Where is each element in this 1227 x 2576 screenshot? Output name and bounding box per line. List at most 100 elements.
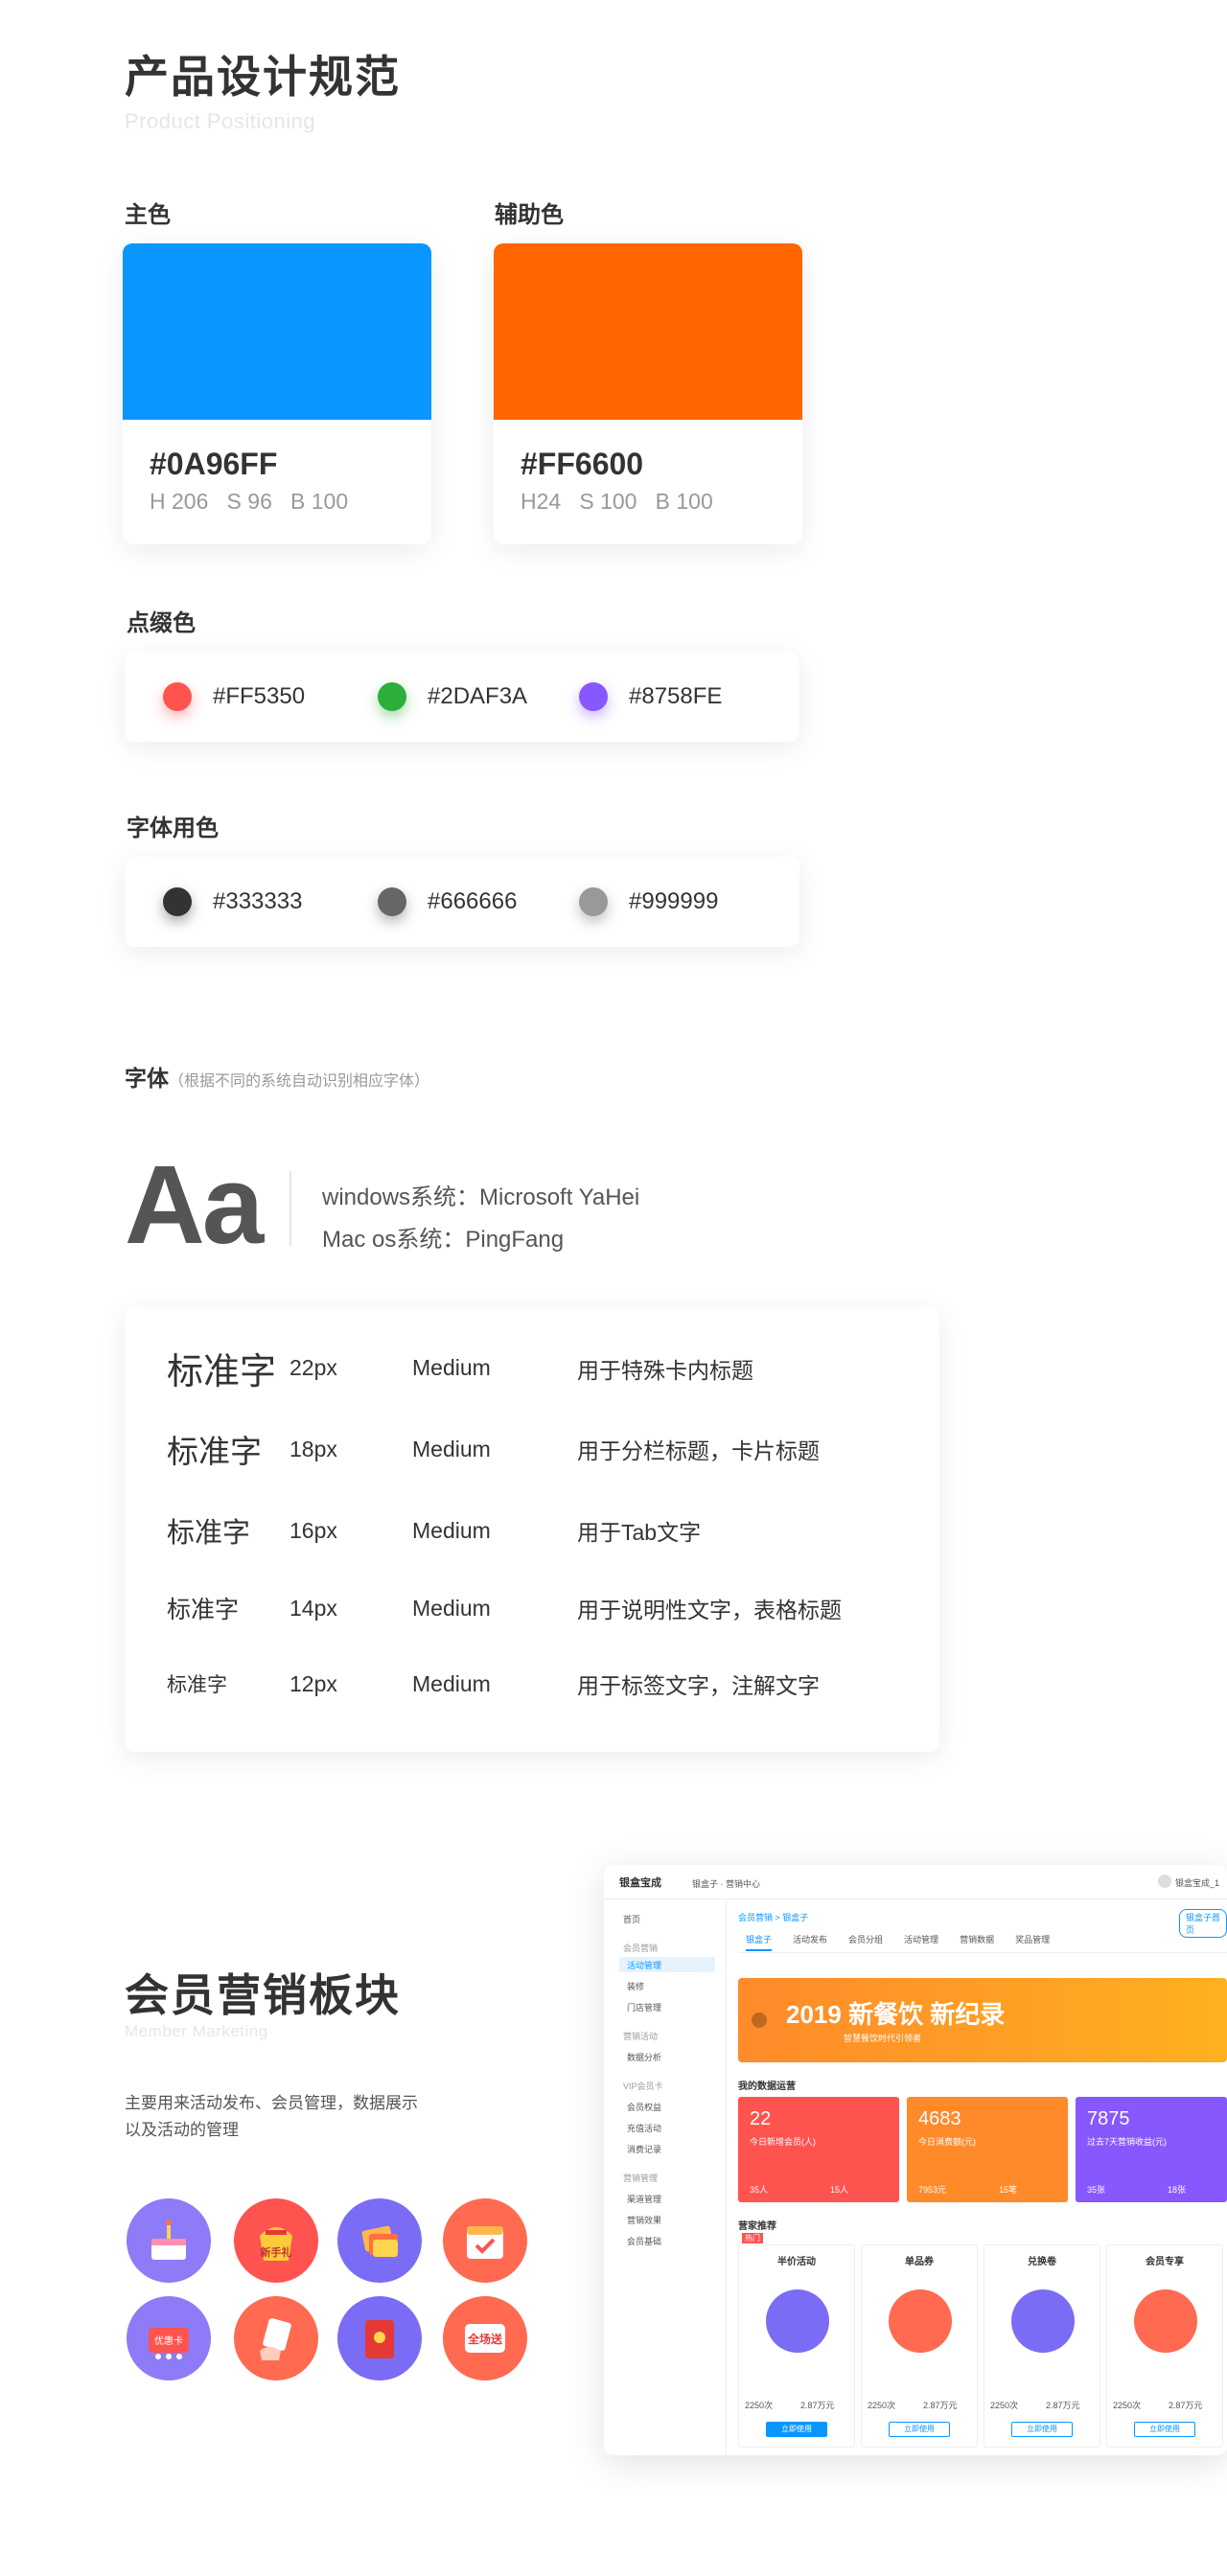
type-weight: Medium (412, 1436, 491, 1461)
banner-prev-icon[interactable] (752, 2012, 767, 2028)
tab-item[interactable]: 会员分组 (848, 1932, 883, 1952)
sidebar-item[interactable]: 营销活动 (623, 2030, 658, 2042)
member-desc-1: 主要用来活动发布、会员管理，数据展示 (125, 2094, 418, 2112)
sidebar-item[interactable]: 首页 (623, 1913, 640, 1925)
secondary-hsb: H24 S 100 B 100 (521, 489, 713, 514)
type-row: 标准字 16px Medium 用于Tab文字 (125, 1510, 939, 1551)
page-title: 产品设计规范 (125, 52, 401, 102)
banner-title: 2019 新餐饮 新纪录 (786, 2000, 1006, 2029)
type-usage: 用于Tab文字 (577, 1520, 702, 1545)
ops-title: 我的数据运营 (738, 2082, 796, 2092)
dashboard-user[interactable]: 银盒宝成_1 (1175, 1876, 1219, 1889)
text-color-card: #333333 #666666 #999999 (125, 857, 799, 947)
rec-card[interactable]: 会员专享 2250次 2.87万元 立即使用 (1106, 2244, 1223, 2448)
type-weight: Medium (412, 1355, 491, 1380)
rec-stat-b: 2.87万元 (923, 2401, 958, 2410)
use-now-button[interactable]: 立即使用 (1011, 2422, 1073, 2437)
sidebar-item[interactable]: VIP会员卡 (623, 2080, 663, 2092)
sidebar-item[interactable]: 装修 (627, 1980, 644, 1992)
text-color-dot (378, 887, 406, 916)
text-color-hex: #999999 (629, 888, 719, 914)
sidebar-item[interactable]: 渠道管理 (627, 2193, 661, 2205)
sidebar-item[interactable]: 会员权益 (627, 2101, 661, 2113)
promo-banner[interactable]: 2019 新餐饮 新纪录 智慧餐饮时代引领者 (738, 1978, 1227, 2062)
gift-icon-text: 新手礼 (260, 2247, 292, 2259)
stat-value: 4683 (918, 2108, 961, 2129)
primary-hex: #0A96FF (150, 447, 278, 481)
text-color-item: #333333 (163, 887, 378, 916)
stat-value: 22 (750, 2108, 772, 2129)
text-color-hex: #666666 (428, 888, 518, 914)
font-note: （根据不同的系统自动识别相应字体） (169, 1073, 430, 1090)
rec-name: 会员专享 (1146, 2257, 1184, 2267)
font-mac: Mac os系统：PingFang (322, 1227, 565, 1253)
sidebar-item[interactable]: 消费记录 (627, 2143, 661, 2155)
stat-card[interactable]: 7875 过去7天营销收益(元) 35张 18张 (1076, 2097, 1227, 2202)
accent-hex: #8758FE (629, 683, 723, 709)
text-color-item: #999999 (579, 887, 718, 916)
tab-item-active[interactable]: 银盒子 (746, 1932, 773, 1951)
tab-item[interactable]: 活动管理 (904, 1932, 938, 1952)
type-row: 标准字 22px Medium 用于特殊卡内标题 (125, 1342, 939, 1394)
avatar[interactable] (1158, 1874, 1171, 1888)
rec-card[interactable]: 半价活动 2250次 2.87万元 立即使用 (738, 2244, 855, 2448)
text-color-dot (579, 887, 608, 916)
secondary-swatch (494, 243, 802, 420)
secondary-color-label: 辅助色 (495, 202, 564, 228)
type-usage: 用于分栏标题，卡片标题 (577, 1438, 820, 1463)
rec-stat-b: 2.87万元 (800, 2401, 835, 2410)
use-now-button[interactable]: 立即使用 (889, 2422, 950, 2437)
stat-card[interactable]: 4683 今日消费额(元) 7953元 15笔 (907, 2097, 1068, 2202)
accent-color-label: 点缀色 (127, 610, 196, 636)
sidebar-item[interactable]: 充值活动 (627, 2122, 661, 2134)
dashboard-logo[interactable]: 银盒宝成 (619, 1874, 661, 1890)
primary-swatch (123, 243, 431, 420)
sidebar-item[interactable]: 门店管理 (627, 2001, 661, 2013)
type-size: 22px (289, 1355, 337, 1380)
card-icon-text: 优惠卡 (154, 2336, 183, 2347)
font-windows: windows系统：Microsoft YaHei (322, 1184, 640, 1210)
member-desc-2: 以及活动的管理 (125, 2121, 239, 2139)
tab-item[interactable]: 营销数据 (960, 1932, 994, 1952)
red-envelope-icon (337, 2296, 422, 2380)
rec-name: 兑换卷 (1028, 2257, 1056, 2267)
font-label: 字体 (125, 1066, 169, 1091)
exchange-coupon-icon (1011, 2289, 1075, 2353)
single-coupon-icon (889, 2289, 952, 2353)
stat-label: 过去7天营销收益(元) (1087, 2137, 1167, 2147)
page-subtitle: Product Positioning (125, 109, 316, 133)
member-title: 会员营销板块 (125, 1970, 401, 2020)
breadcrumb[interactable]: 会员营销 > 银盒子 (738, 1911, 808, 1923)
type-weight: Medium (412, 1517, 491, 1543)
tab-item[interactable]: 奖品管理 (1015, 1932, 1050, 1952)
rec-stat-a: 2250次 (990, 2401, 1019, 2410)
accent-hex: #2DAF3A (428, 683, 528, 709)
type-row: 标准字 18px Medium 用于分栏标题，卡片标题 (125, 1426, 939, 1472)
rec-card[interactable]: 兑换卷 2250次 2.87万元 立即使用 (984, 2244, 1100, 2448)
stat-card[interactable]: 22 今日新增会员(人) 35人 15人 (738, 2097, 899, 2202)
hand-card-icon (234, 2296, 318, 2380)
tab-item[interactable]: 活动发布 (793, 1932, 827, 1952)
sidebar-item[interactable]: 数据分析 (627, 2051, 661, 2063)
calendar-icon (443, 2198, 527, 2283)
rec-title: 营家推荐 (738, 2221, 776, 2232)
rec-name: 半价活动 (777, 2257, 816, 2267)
sidebar-item[interactable]: 营销效果 (627, 2214, 661, 2226)
dashboard-mockup: 银盒宝成 银盒子 · 营销中心 银盒宝成_1 首页 会员营销 活动管理 装修 门… (604, 1865, 1227, 2455)
sidebar-item[interactable]: 营销管理 (623, 2172, 658, 2184)
member-subtitle: Member Marketing (125, 2022, 268, 2040)
type-sample: 标准字 (167, 1434, 262, 1469)
use-now-button[interactable]: 立即使用 (1134, 2422, 1195, 2437)
use-now-button[interactable]: 立即使用 (766, 2422, 827, 2437)
sidebar-item-active[interactable]: 活动管理 (627, 1959, 661, 1971)
sidebar-item[interactable]: 会员基础 (627, 2235, 661, 2247)
rec-card[interactable]: 单品券 2250次 2.87万元 立即使用 (861, 2244, 978, 2448)
type-size: 16px (289, 1517, 337, 1543)
full-icon-text: 全场送 (467, 2333, 502, 2346)
sidebar-item[interactable]: 会员营销 (623, 1942, 658, 1954)
accent-dot (579, 682, 608, 711)
rec-stat-a: 2250次 (745, 2401, 774, 2410)
text-color-dot (163, 887, 192, 916)
type-usage: 用于标签文字，注解文字 (577, 1673, 820, 1698)
type-size: 18px (289, 1436, 337, 1461)
